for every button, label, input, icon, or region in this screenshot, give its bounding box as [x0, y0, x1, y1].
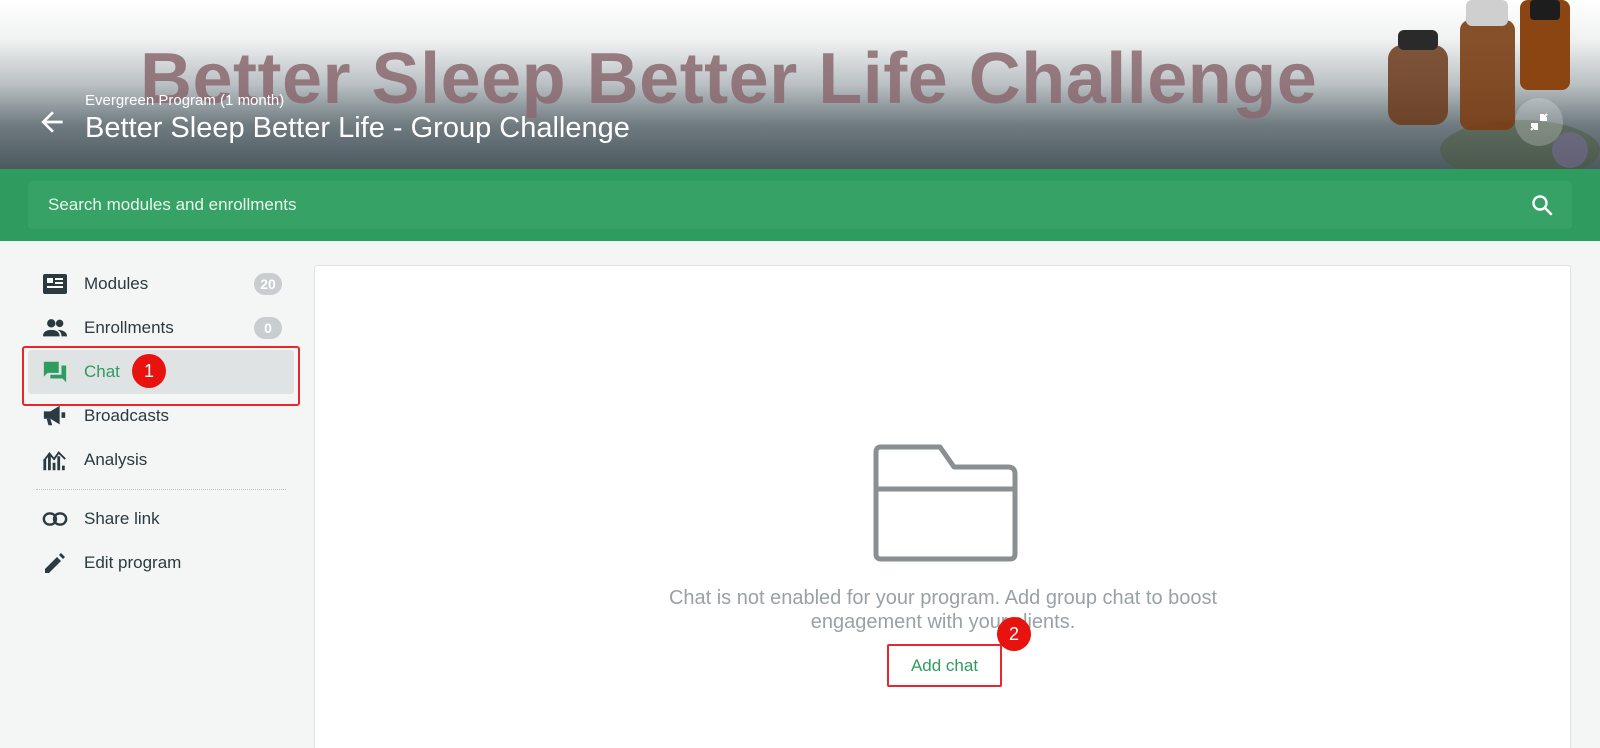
sidebar-item-share-link[interactable]: Share link	[22, 497, 300, 541]
collapse-arrows-icon	[1530, 113, 1548, 131]
banner-title-graphic: Better Sleep Better Life Challenge	[140, 39, 1318, 119]
sidebar-item-label: Analysis	[84, 450, 148, 469]
sidebar-nav: Modules 20 Enrollments 0 Chat Broadcasts…	[22, 262, 300, 585]
minimize-header-button[interactable]	[1515, 98, 1563, 146]
pencil-icon	[42, 550, 68, 576]
add-chat-button[interactable]: Add chat	[887, 644, 1002, 687]
link-icon	[42, 506, 68, 532]
sidebar-item-analysis[interactable]: Analysis	[22, 438, 300, 482]
search-bar	[0, 169, 1600, 241]
count-badge: 20	[254, 273, 282, 295]
step-marker-2: 2	[997, 617, 1031, 651]
sidebar-divider	[36, 489, 286, 490]
people-icon	[42, 315, 68, 341]
sidebar-item-label: Modules	[84, 274, 149, 293]
search-input[interactable]	[48, 181, 1488, 229]
page-title: Better Sleep Better Life - Group Challen…	[85, 112, 630, 144]
empty-state-message: Chat is not enabled for your program. Ad…	[668, 587, 1218, 633]
step-marker-1: 1	[132, 354, 166, 388]
sidebar-item-modules[interactable]: Modules 20	[22, 262, 300, 306]
main-content-panel: Chat is not enabled for your program. Ad…	[314, 265, 1571, 748]
oil-bottles-image	[1388, 0, 1600, 169]
analysis-icon	[42, 447, 68, 473]
back-arrow-icon[interactable]	[36, 106, 68, 138]
sidebar-item-label: Edit program	[84, 553, 182, 572]
count-badge: 0	[254, 317, 282, 339]
search-icon[interactable]	[1530, 193, 1554, 217]
sidebar-item-edit-program[interactable]: Edit program	[22, 541, 300, 585]
folder-icon	[873, 444, 1018, 562]
modules-icon	[42, 271, 68, 297]
sidebar-item-enrollments[interactable]: Enrollments 0	[22, 306, 300, 350]
sidebar-item-label: Share link	[84, 509, 160, 528]
sidebar-item-label: Enrollments	[84, 318, 174, 337]
sidebar-item-label: Broadcasts	[84, 406, 170, 425]
program-subtitle: Evergreen Program (1 month)	[85, 92, 285, 109]
program-header: Better Sleep Better Life Challenge Everg…	[0, 0, 1600, 169]
megaphone-icon	[42, 403, 68, 429]
search-field-container	[28, 181, 1572, 229]
